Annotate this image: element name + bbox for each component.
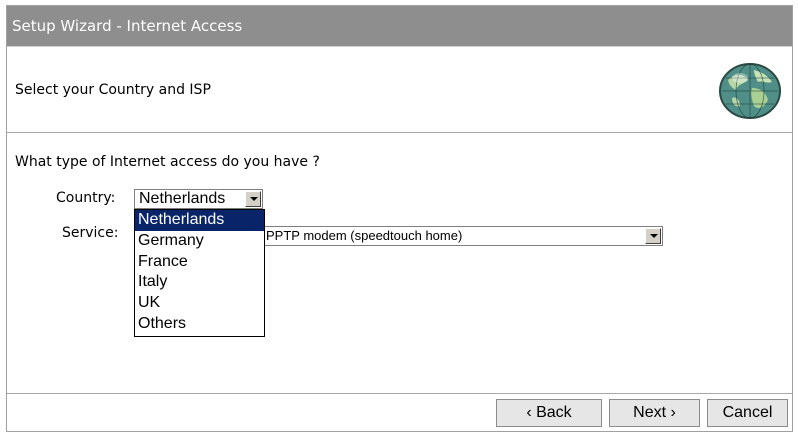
header-text: Select your Country and ISP	[15, 82, 211, 98]
country-option-netherlands[interactable]: Netherlands	[135, 210, 264, 231]
back-button[interactable]: ‹ Back	[496, 399, 602, 427]
wizard-content: What type of Internet access do you have…	[7, 133, 792, 393]
wizard-footer: ‹ Back Next › Cancel	[7, 393, 792, 431]
country-dropdown-list[interactable]: Netherlands Germany France Italy UK Othe…	[134, 209, 265, 337]
chevron-down-icon[interactable]	[645, 228, 661, 244]
wizard-header: Select your Country and ISP	[7, 46, 792, 133]
access-question: What type of Internet access do you have…	[15, 154, 320, 170]
country-select-value: Netherlands	[139, 190, 226, 207]
country-label: Country:	[56, 190, 116, 206]
country-option-uk[interactable]: UK	[135, 293, 264, 314]
service-select-value: PPTP modem (speedtouch home)	[266, 228, 463, 243]
cancel-button[interactable]: Cancel	[707, 399, 788, 427]
chevron-down-icon[interactable]	[245, 191, 261, 207]
service-label: Service:	[62, 225, 119, 241]
setup-wizard-window: Setup Wizard - Internet Access Select yo…	[6, 5, 793, 432]
window-title: Setup Wizard - Internet Access	[7, 6, 792, 46]
country-option-germany[interactable]: Germany	[135, 231, 264, 252]
globe-icon	[719, 63, 781, 119]
country-option-france[interactable]: France	[135, 252, 264, 273]
next-button[interactable]: Next ›	[609, 399, 700, 427]
country-select[interactable]: Netherlands	[134, 189, 263, 209]
country-option-others[interactable]: Others	[135, 314, 264, 335]
country-option-italy[interactable]: Italy	[135, 272, 264, 293]
